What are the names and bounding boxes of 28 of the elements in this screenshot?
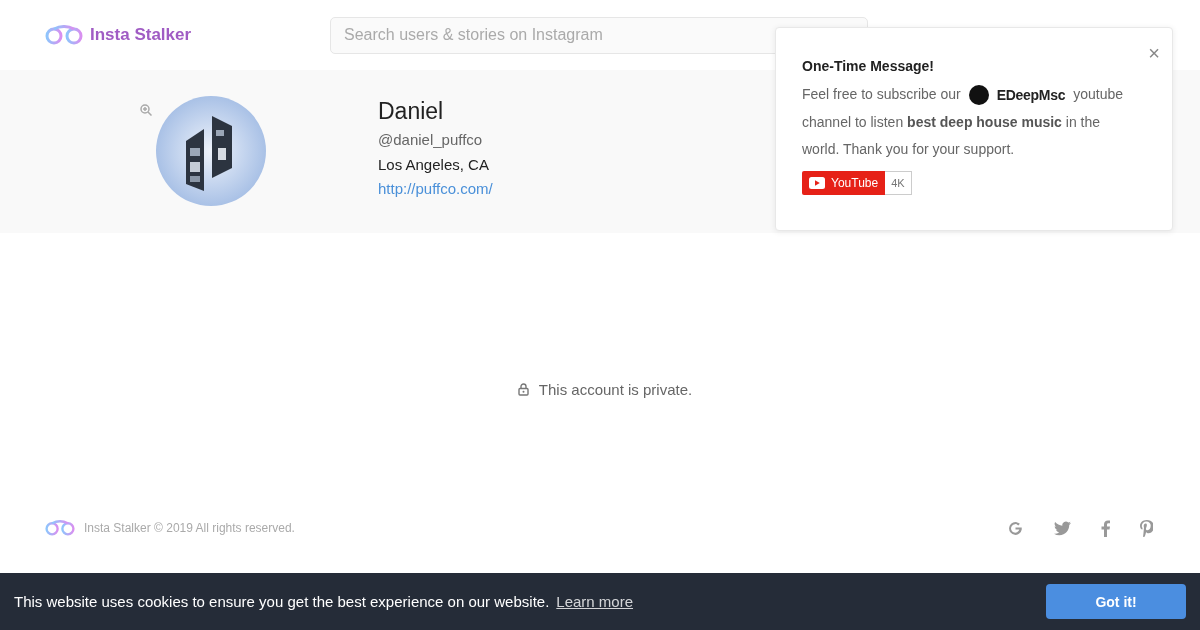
twitter-icon[interactable] <box>1054 520 1071 536</box>
popup-message-text: channel to listen best deep house music in the world. Thank you for your support. <box>802 113 1102 160</box>
private-account-message: This account is private. <box>538 380 693 398</box>
location: Los Angeles, CA <box>378 156 490 173</box>
profile-name: Daniel <box>378 98 445 125</box>
facebook-icon[interactable] <box>1101 519 1110 537</box>
lock-icon <box>517 382 529 396</box>
google-icon[interactable] <box>1007 519 1024 537</box>
channel-name[interactable]: EDeepMsc <box>996 81 1066 110</box>
site-logo-text[interactable]: Insta Stalker <box>90 25 192 45</box>
play-icon <box>809 177 825 190</box>
accept-cookies-button[interactable]: Got it! <box>1046 584 1186 619</box>
zoom-in-icon[interactable] <box>140 104 152 116</box>
popup-title: One-Time Message! <box>802 58 935 74</box>
website-link[interactable]: http://puffco.com/ <box>378 180 493 197</box>
subscriber-count: 4K <box>885 171 912 196</box>
channel-logo-icon <box>968 85 989 106</box>
learn-more-link[interactable]: Learn more <box>556 593 634 610</box>
youtube-subscribe-button[interactable]: YouTube <box>802 171 886 196</box>
glasses-logo-icon <box>45 520 75 536</box>
copyright-text: Insta Stalker © 2019 All rights reserved. <box>84 521 295 535</box>
pinterest-icon[interactable] <box>1140 519 1153 537</box>
username: @daniel_puffco <box>378 131 484 148</box>
popup-message-text: youtube <box>1073 86 1123 102</box>
popup-intro-text: Feel free to subscribe our <box>802 86 961 102</box>
cookie-message: This website uses cookies to ensure you get the best experience on our website. <box>14 593 550 610</box>
glasses-logo-icon <box>45 25 83 45</box>
close-button[interactable]: × <box>1148 42 1160 65</box>
